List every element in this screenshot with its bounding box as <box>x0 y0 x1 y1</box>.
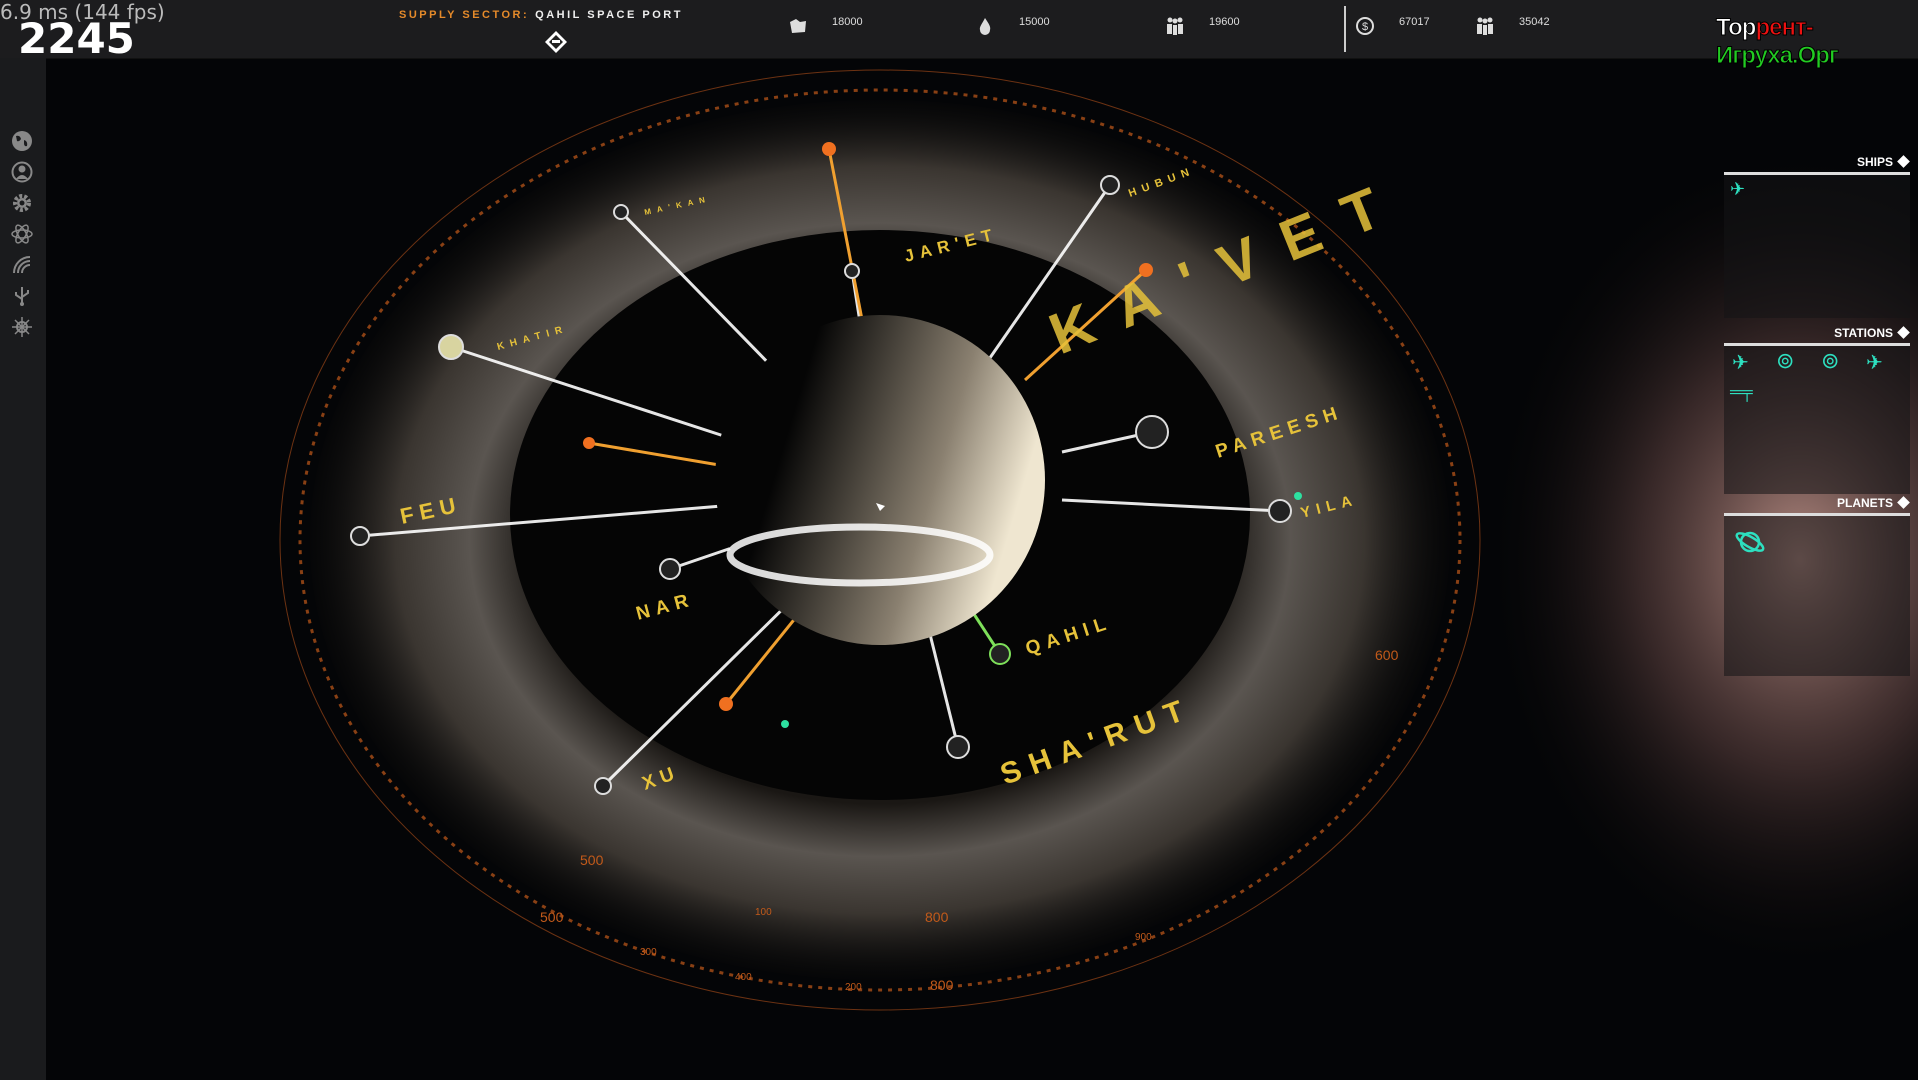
ring-tick: 800 <box>930 977 954 993</box>
supply-value: QAHIL SPACE PORT <box>535 9 683 21</box>
helm-icon[interactable] <box>11 316 33 338</box>
atom-icon[interactable] <box>11 223 33 245</box>
ring-tick: 500 <box>580 852 604 868</box>
planets-header[interactable]: PLANETS <box>1724 496 1910 516</box>
sort-icon <box>1897 496 1910 509</box>
station-icon[interactable]: ⊚ <box>1776 348 1794 374</box>
ore-value: 18000 <box>832 16 863 28</box>
resource-population: 19600 <box>1165 16 1240 36</box>
ring-tick: 400 <box>735 972 752 983</box>
ships-header[interactable]: SHIPS <box>1724 155 1910 175</box>
population-icon <box>1165 16 1185 36</box>
ring-tick: 200 <box>845 982 862 993</box>
planet-icon[interactable] <box>1734 526 1766 558</box>
station-icon[interactable]: ⊚ <box>1821 348 1839 374</box>
credits-value: 67017 <box>1399 16 1430 28</box>
ship-icon[interactable]: ✈ <box>1730 179 1745 200</box>
fuel-value: 15000 <box>1019 16 1050 28</box>
globe-icon[interactable] <box>11 130 33 152</box>
credits-icon: $ <box>1355 16 1375 36</box>
top-bar: 6.9 ms (144 fps) 2245 SUPPLY SECTOR:QAHI… <box>0 0 1918 59</box>
ring-tick: 800 <box>925 909 949 925</box>
planets-panel: PLANETS <box>1724 496 1910 676</box>
resource-population-total: 35042 <box>1475 16 1550 36</box>
supply-label: SUPPLY SECTOR: <box>399 9 529 21</box>
resource-fuel: 15000 <box>975 16 1050 36</box>
sidebar <box>0 58 46 1080</box>
station-icon[interactable]: ✈ <box>1732 350 1749 375</box>
population-value: 19600 <box>1209 16 1240 28</box>
svg-text:$: $ <box>1362 21 1368 33</box>
space-port-icon[interactable] <box>544 30 568 54</box>
usb-icon[interactable] <box>11 285 33 307</box>
resource-ore: 18000 <box>788 16 863 36</box>
ring-tick: 600 <box>1375 647 1399 663</box>
station-icon[interactable]: ═╤ <box>1730 384 1753 402</box>
gear-icon[interactable] <box>11 192 33 214</box>
stations-panel: STATIONS ✈ ⊚ ⊚ ✈ ═╤ <box>1724 326 1910 494</box>
stations-header[interactable]: STATIONS <box>1724 326 1910 346</box>
sort-icon <box>1897 155 1910 168</box>
turn-counter: 2245 <box>18 14 135 63</box>
divider <box>1344 6 1346 52</box>
watermark-logo: Торрент-Игруха.Орг <box>1716 14 1918 70</box>
population-value: 35042 <box>1519 16 1550 28</box>
station-icon[interactable]: ✈ <box>1866 350 1883 375</box>
resource-credits: $67017 <box>1355 16 1430 36</box>
ring-tick: 100 <box>755 907 772 918</box>
user-icon[interactable] <box>11 161 33 183</box>
central-planet[interactable] <box>715 315 1045 645</box>
supply-sector[interactable]: SUPPLY SECTOR: QAHIL SPACE PORT <box>399 9 683 21</box>
sort-icon <box>1897 326 1910 339</box>
ring-tick: 300 <box>640 947 657 958</box>
ring-tick: 500 <box>540 909 564 925</box>
ships-panel: SHIPS ✈ <box>1724 155 1910 318</box>
signal-icon[interactable] <box>11 254 33 276</box>
ring-tick: 900 <box>1135 932 1152 943</box>
population-icon <box>1475 16 1495 36</box>
ore-icon <box>788 16 808 36</box>
star-system-map[interactable]: KA'VET MA'KAN JAR'ET HUBUN KHATIR FEU NA… <box>0 0 1918 1080</box>
fuel-icon <box>975 16 995 36</box>
